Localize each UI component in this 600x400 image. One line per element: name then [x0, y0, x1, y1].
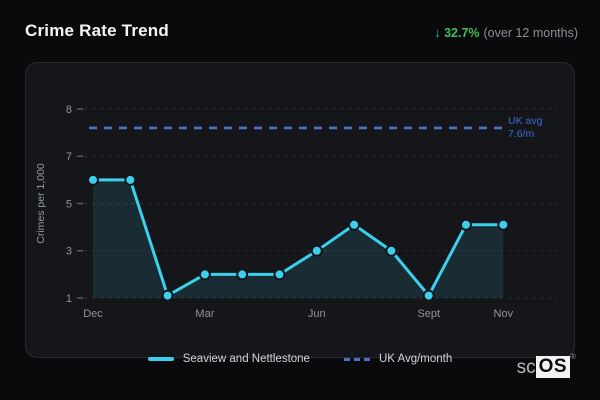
dashed-line-swatch-icon — [343, 357, 370, 361]
crime-trend-chart: 8 7 5 3 1 Crimes per 1,000 Dec Mar Jun Sept Nov UK … — [35, 104, 558, 320]
y-tick-label: 8 — [66, 104, 72, 116]
y-tick-label: 1 — [66, 293, 72, 305]
series-area-fill — [93, 179, 504, 298]
x-tick-label: Jun — [308, 308, 326, 320]
solid-line-swatch-icon — [147, 357, 174, 361]
registered-trademark-icon: ® — [570, 352, 576, 361]
chart-legend: Seaview and Nettlestone UK Avg/month — [0, 353, 600, 365]
data-point[interactable] — [385, 244, 398, 257]
x-tick-label: Mar — [195, 308, 214, 320]
legend-item-seaview[interactable]: Seaview and Nettlestone — [147, 353, 310, 365]
y-tick-label: 7 — [66, 151, 72, 163]
data-point[interactable] — [161, 289, 174, 302]
logo-prefix: sc — [516, 357, 536, 378]
logo-suffix: OS — [535, 356, 571, 378]
data-point[interactable] — [273, 268, 286, 281]
data-point[interactable] — [497, 218, 510, 231]
data-point[interactable] — [310, 244, 323, 257]
trend-stat: ↓ 32.7% (over 12 months) — [434, 26, 578, 40]
data-point[interactable] — [87, 173, 99, 186]
data-point[interactable] — [124, 173, 137, 186]
uk-avg-annotation-line2: 7.6/m — [508, 128, 535, 140]
y-axis-title: Crimes per 1,000 — [35, 163, 47, 244]
scos-logo: sc OS ® — [516, 352, 576, 378]
uk-avg-annotation-line1: UK avg — [508, 115, 543, 127]
data-point[interactable] — [236, 268, 249, 281]
page-title: Crime Rate Trend — [25, 21, 169, 40]
x-tick-label: Dec — [83, 308, 103, 320]
data-point[interactable] — [198, 268, 211, 281]
data-point[interactable] — [460, 218, 472, 231]
data-point[interactable] — [422, 289, 435, 302]
trend-value: 32.7% — [444, 26, 480, 40]
legend-item-uk-avg[interactable]: UK Avg/month — [343, 353, 453, 365]
y-tick-label: 3 — [66, 246, 72, 258]
chart-card: 8 7 5 3 1 Crimes per 1,000 Dec Mar Jun Sept Nov UK … — [25, 62, 575, 358]
legend-label: Seaview and Nettlestone — [182, 353, 310, 365]
trend-caption: (over 12 months) — [483, 26, 578, 40]
x-tick-label: Nov — [494, 308, 514, 320]
legend-label: UK Avg/month — [378, 353, 453, 365]
data-point[interactable] — [348, 218, 361, 231]
x-tick-label: Sept — [417, 308, 440, 320]
y-tick-label: 5 — [66, 198, 72, 210]
trend-down-arrow-icon: ↓ — [434, 26, 441, 40]
